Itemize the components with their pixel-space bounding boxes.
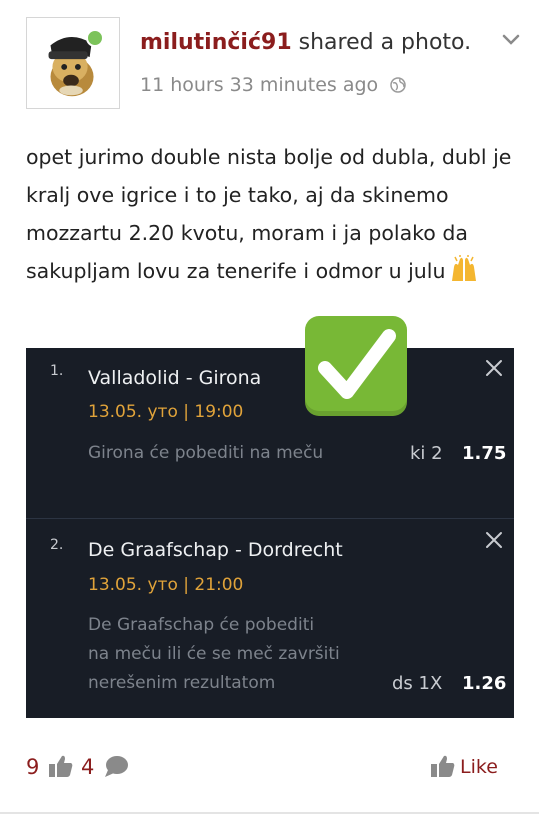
likes-count[interactable]: 9 [26,755,39,779]
bet-code: ki 2 [410,443,443,464]
thumbs-up-icon [431,755,455,777]
post-footer: 9 4 Like [26,752,514,782]
comments-count[interactable]: 4 [81,755,94,779]
raising-hands-icon [452,255,477,281]
timestamp-text: 11 hours 33 minutes ago [140,74,379,96]
close-icon[interactable] [485,359,503,377]
pick-description-line: na meču ili će se meč završiti [88,644,340,664]
post-text: opet jurimo double nista bolje od dubla,… [26,145,512,283]
match-datetime: 13.05. уто | 19:00 [88,402,244,422]
like-label: Like [460,756,498,778]
post-header: milutinčić91 shared a photo. [140,30,471,55]
pick-description-line: De Graafschap će pobediti [88,615,315,635]
like-button[interactable]: Like [430,752,510,782]
bet-selection: 2. De Graafschap - Dordrecht 13.05. уто … [26,519,514,718]
thumbs-up-icon[interactable] [48,753,74,779]
avatar[interactable] [26,17,120,109]
bet-code: ds 1X [392,673,443,694]
author-name-link[interactable]: milutinčić91 [140,30,292,55]
bet-ticket: 1. Valladolid - Girona 13.05. уто | 19:0… [26,348,514,718]
selection-number: 1. [50,363,64,379]
selection-number: 2. [50,537,64,553]
dog-avatar-image [27,18,119,108]
bet-odds: 1.75 [462,443,507,464]
pick-description-line: nerešenim rezultatom [88,673,276,693]
post-timestamp: 11 hours 33 minutes ago [140,74,406,96]
match-name: Valladolid - Girona [88,367,262,389]
post-action-text: shared a photo. [291,30,472,55]
chevron-down-icon[interactable] [500,28,522,50]
divider [0,812,539,814]
post-body: opet jurimo double nista bolje od dubla,… [26,138,526,290]
globe-icon [390,77,406,93]
match-name: De Graafschap - Dordrecht [88,539,343,561]
match-datetime: 13.05. уто | 21:00 [88,575,244,595]
check-mark-button-icon [305,316,407,416]
online-status-dot [86,29,104,47]
bet-selection: 1. Valladolid - Girona 13.05. уто | 19:0… [26,348,514,518]
comment-bubble-icon[interactable] [103,755,129,779]
close-icon[interactable] [485,531,503,549]
bet-odds: 1.26 [462,673,507,694]
pick-description: Girona će pobediti na meču [88,443,324,463]
